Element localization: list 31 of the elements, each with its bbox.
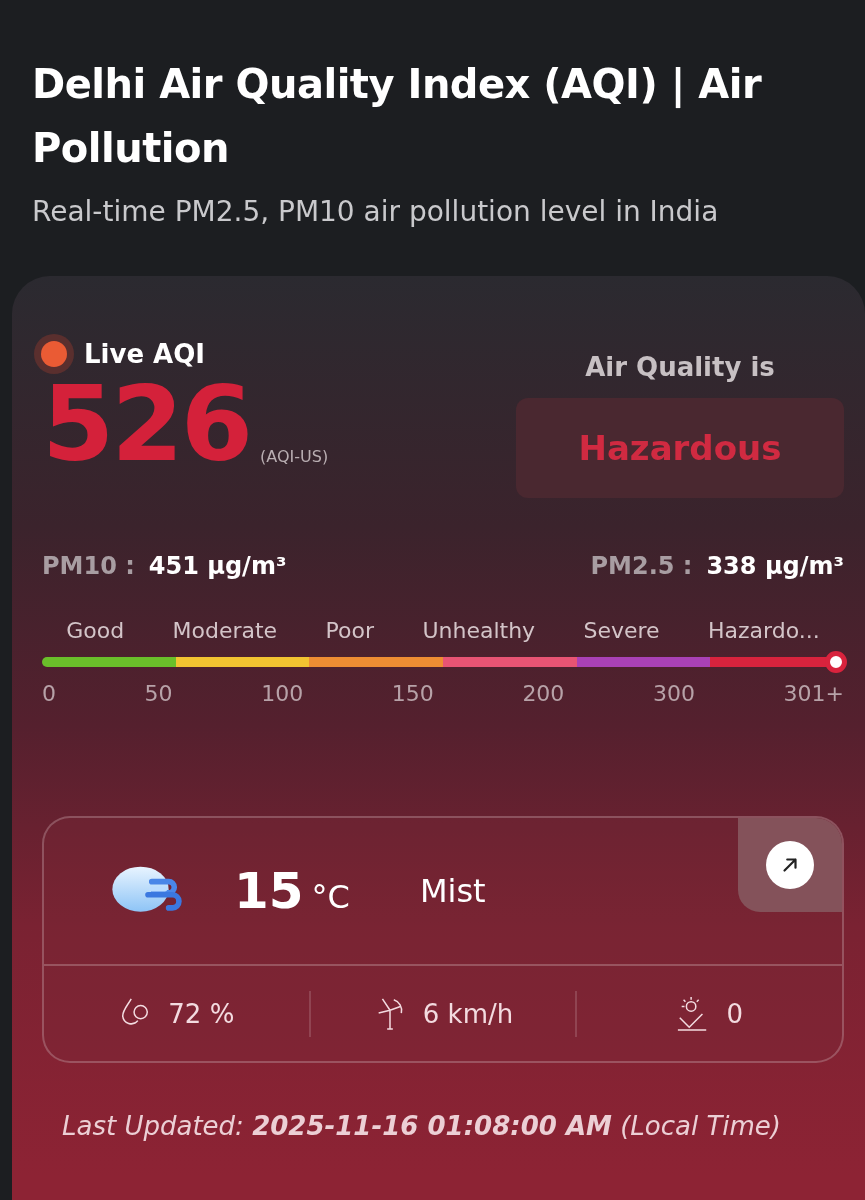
pollutant-label: PM2.5 :: [590, 552, 693, 580]
category-label: Good: [66, 618, 125, 643]
page-title: Delhi Air Quality Index (AQI) | Air Pollution: [32, 60, 763, 173]
last-updated-text: Last Updated: 2025-11-16 01:08:00 AM (Local Time): [62, 1111, 782, 1141]
aqi-value: 526: [42, 368, 251, 480]
scale-tick: 150: [391, 681, 434, 706]
scale-tick: 301+: [783, 681, 844, 706]
scale-tick: 300: [652, 681, 695, 706]
pollutant-label: PM10 :: [42, 552, 135, 580]
scale-tick: 50: [144, 681, 173, 706]
pollutant-value: 338 µg/m³: [706, 552, 844, 580]
weather-stat-value: 72 %: [168, 998, 235, 1029]
scale-tick: 100: [261, 681, 304, 706]
scale-tick: 200: [522, 681, 565, 706]
live-label: Live AQI: [84, 339, 205, 369]
category-label: Unhealthy: [422, 618, 536, 643]
pollutant-value: 451 µg/m³: [148, 552, 287, 580]
weather-stat-value: 6 km/h: [422, 998, 514, 1029]
category-label: Hazardo...: [708, 618, 820, 643]
temperature: 15: [234, 862, 304, 920]
weather-stat-value: 0: [726, 998, 743, 1029]
category-label: Poor: [325, 618, 374, 643]
status-caption: Air Quality is: [585, 352, 775, 382]
status-badge: Hazardous: [516, 398, 844, 498]
category-label: Moderate: [172, 618, 278, 643]
page-subtitle: Real-time PM2.5, PM10 air pollution level in India: [32, 194, 720, 230]
aqi-unit: (AQI-US): [260, 447, 329, 466]
category-label: Severe: [583, 618, 660, 643]
temperature-unit: °C: [311, 878, 350, 916]
weather-condition: Mist: [419, 872, 486, 910]
scale-tick: 0: [42, 681, 56, 706]
